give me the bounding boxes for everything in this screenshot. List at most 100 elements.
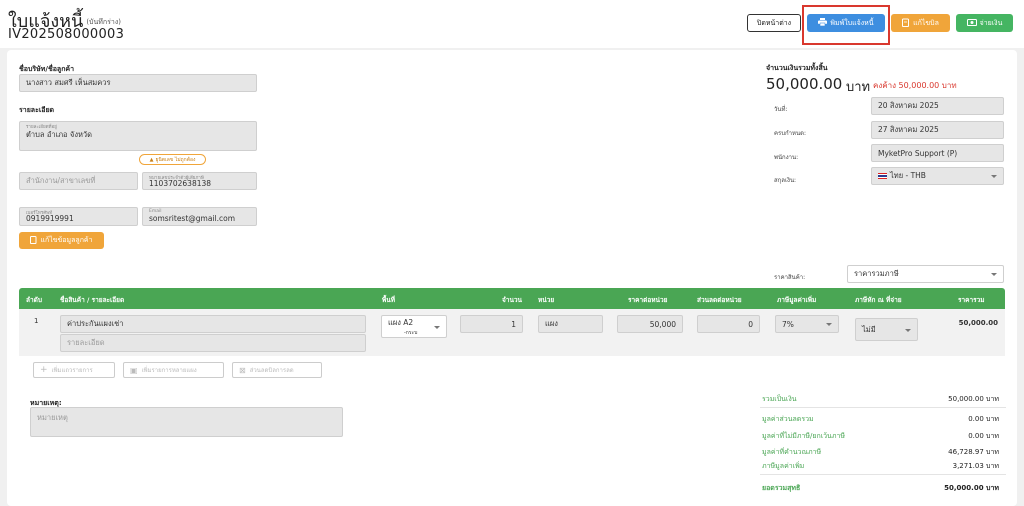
item-detail-placeholder: รายละเอียด [67, 338, 105, 347]
detail-section-label: รายละเอียด [19, 106, 55, 114]
col-wht: ภาษีหัก ณ ที่จ่าย [855, 296, 902, 304]
vat-amount-value: 3,271.03 บาท [952, 462, 999, 470]
add-row-button[interactable]: + เพิ่มแถวรายการ [33, 362, 115, 378]
edit-customer-label: แก้ไขข้อมูลลูกค้า [40, 236, 93, 244]
edit-doc-icon [30, 235, 37, 246]
col-total: ราคารวม [958, 296, 985, 304]
col-qty: จำนวน [502, 296, 522, 304]
vat-amount-label: ภาษีมูลค่าเพิ่ม [762, 462, 805, 470]
due-date-value: 27 สิงหาคม 2025 [878, 125, 939, 134]
edit-bill-button[interactable]: แก้ไขบิล [891, 14, 950, 32]
chevron-down-icon [991, 273, 997, 276]
currency-select[interactable]: ไทย - THB [871, 167, 1004, 185]
close-window-label: ปิดหน้าต่าง [756, 18, 792, 27]
qty-input[interactable]: 1 [460, 315, 523, 333]
discount-value: 0 [748, 319, 753, 329]
invoice-page: ใบแจ้งหนี้ (บันทึกร่าง) IV202508000003 ปิ… [0, 0, 1024, 506]
pay-button[interactable]: จ่ายเงิน [956, 14, 1013, 32]
verify-badge-label: ยูนิตเลข ไม่ถูกต้อง [155, 156, 196, 163]
discount-total-label: มูลค่าส่วนลดรวม [762, 415, 814, 423]
area-sub-value: -กระบ [404, 329, 418, 336]
area-value: แผง A2 [388, 317, 414, 327]
non-vat-value: 0.00 บาท [968, 432, 999, 440]
add-row-label: เพิ่มแถวรายการ [51, 367, 93, 374]
vat-base-value: 46,728.97 บาท [948, 448, 999, 456]
non-vat-label: มูลค่าที่ไม่มีภาษี/ยกเว้นภาษี [762, 432, 846, 440]
grand-total-label: จำนวนเงินรวมทั้งสิ้น [766, 64, 828, 72]
title-note: (บันทึกร่าง) [86, 17, 121, 26]
customer-name-field[interactable]: นางสาว สมศรี เห็นสมควร [19, 74, 257, 92]
bill-discount-label: ส่วนลดบิลการลด [249, 367, 294, 374]
bill-discount-button[interactable]: ⊠ ส่วนลดบิลการลด [232, 362, 322, 378]
due-date-field[interactable]: 27 สิงหาคม 2025 [871, 121, 1004, 139]
col-discount: ส่วนลดต่อหน่วย [697, 296, 742, 304]
wht-value: ไม่มี [862, 324, 876, 334]
discount-total-value: 0.00 บาท [968, 415, 999, 423]
vat-select[interactable]: 7% [775, 315, 839, 333]
cash-icon [966, 18, 977, 28]
net-total-label: ยอดรวมสุทธิ [762, 484, 801, 492]
col-item: ชื่อสินค้า / รายละเอียด [60, 296, 125, 304]
tax-id-caption: หมายเลขประจำตัวผู้เสียภาษี [149, 176, 204, 181]
row-total: 50,000.00 [958, 319, 998, 327]
price-type-select[interactable]: ราคารวมภาษี [847, 265, 1004, 283]
item-name-input[interactable]: ค่าประกันแผงเช่า [60, 315, 366, 333]
edit-customer-button[interactable]: แก้ไขข้อมูลลูกค้า [19, 232, 104, 249]
phone-caption: เบอร์โทรศัพท์ [26, 211, 53, 216]
chevron-down-icon [826, 323, 832, 326]
address-caption: รายละเอียดที่อยู่ [26, 125, 57, 130]
currency-label: สกุลเงิน: [774, 177, 797, 184]
page-header: ใบแจ้งหนี้ (บันทึกร่าง) IV202508000003 ปิ… [0, 0, 1024, 48]
date-field[interactable]: 20 สิงหาคม 2025 [871, 97, 1004, 115]
price-type-value: ราคารวมภาษี [854, 269, 899, 278]
branch-placeholder: สำนักงาน/สาขาเลขที่ [26, 176, 96, 185]
email-field[interactable]: Email somsritest@gmail.com [142, 207, 257, 226]
row-number: 1 [34, 317, 39, 325]
price-input[interactable]: 50,000 [617, 315, 683, 333]
area-select[interactable]: แผง A2 -กระบ [381, 315, 447, 338]
unit-value: แผง [545, 319, 558, 328]
branch-input[interactable]: สำนักงาน/สาขาเลขที่ [19, 172, 138, 190]
email-caption: Email [149, 209, 162, 214]
unit-input[interactable]: แผง [538, 315, 603, 333]
staff-value: MyketPro Support (P) [878, 148, 958, 158]
col-area: พื้นที่ [382, 296, 396, 304]
plus-icon: + [40, 365, 48, 375]
notes-placeholder: หมายเหตุ [37, 413, 68, 422]
thai-flag-icon [878, 173, 887, 179]
discount-icon: ⊠ [239, 365, 246, 375]
print-button-highlight [802, 5, 890, 45]
warning-icon: ▲ [149, 156, 154, 163]
edit-doc-icon [902, 18, 910, 29]
add-multiple-label: เพิ่มรายการหลายแผง [141, 367, 197, 374]
items-table-header: ลำดับ ชื่อสินค้า / รายละเอียด พื้นที่ จำ… [19, 288, 1005, 309]
col-vat: ภาษีมูลค่าเพิ่ม [777, 296, 817, 304]
document-number: IV202508000003 [8, 27, 125, 42]
discount-input[interactable]: 0 [697, 315, 760, 333]
col-price: ราคาต่อหน่วย [628, 296, 668, 304]
tax-id-field[interactable]: หมายเลขประจำตัวผู้เสียภาษี 1103702638138 [142, 172, 257, 190]
subtotal-value: 50,000.00 บาท [948, 395, 999, 403]
copy-icon: ▣ [130, 365, 138, 375]
vat-base-label: มูลค่าที่คำนวณภาษี [762, 448, 822, 456]
price-type-label: ราคาสินค้า: [774, 274, 806, 281]
item-detail-input[interactable]: รายละเอียด [60, 334, 366, 352]
col-unit: หน่วย [538, 296, 555, 304]
date-value: 20 สิงหาคม 2025 [878, 101, 939, 110]
net-total-value: 50,000.00 บาท [944, 484, 999, 492]
price-value: 50,000 [649, 319, 676, 329]
grand-total-amount: 50,000.00 [766, 75, 843, 93]
add-multiple-button[interactable]: ▣ เพิ่มรายการหลายแผง [123, 362, 224, 378]
due-date-label: ครบกำหนด: [774, 130, 807, 137]
pay-label: จ่ายเงิน [979, 18, 1003, 27]
address-field[interactable]: รายละเอียดที่อยู่ ตำบล อำเภอ จังหวัด [19, 121, 257, 151]
close-window-button[interactable]: ปิดหน้าต่าง [747, 14, 801, 32]
notes-textarea[interactable]: หมายเหตุ [30, 407, 343, 437]
subtotal-label: รวมเป็นเงิน [762, 395, 797, 403]
qty-value: 1 [511, 319, 516, 329]
wht-select[interactable]: ไม่มี [855, 318, 918, 341]
item-name-value: ค่าประกันแผงเช่า [67, 319, 124, 328]
staff-field[interactable]: MyketPro Support (P) [871, 144, 1004, 162]
chevron-down-icon [434, 325, 440, 329]
phone-field[interactable]: เบอร์โทรศัพท์ 0919919991 [19, 207, 138, 226]
